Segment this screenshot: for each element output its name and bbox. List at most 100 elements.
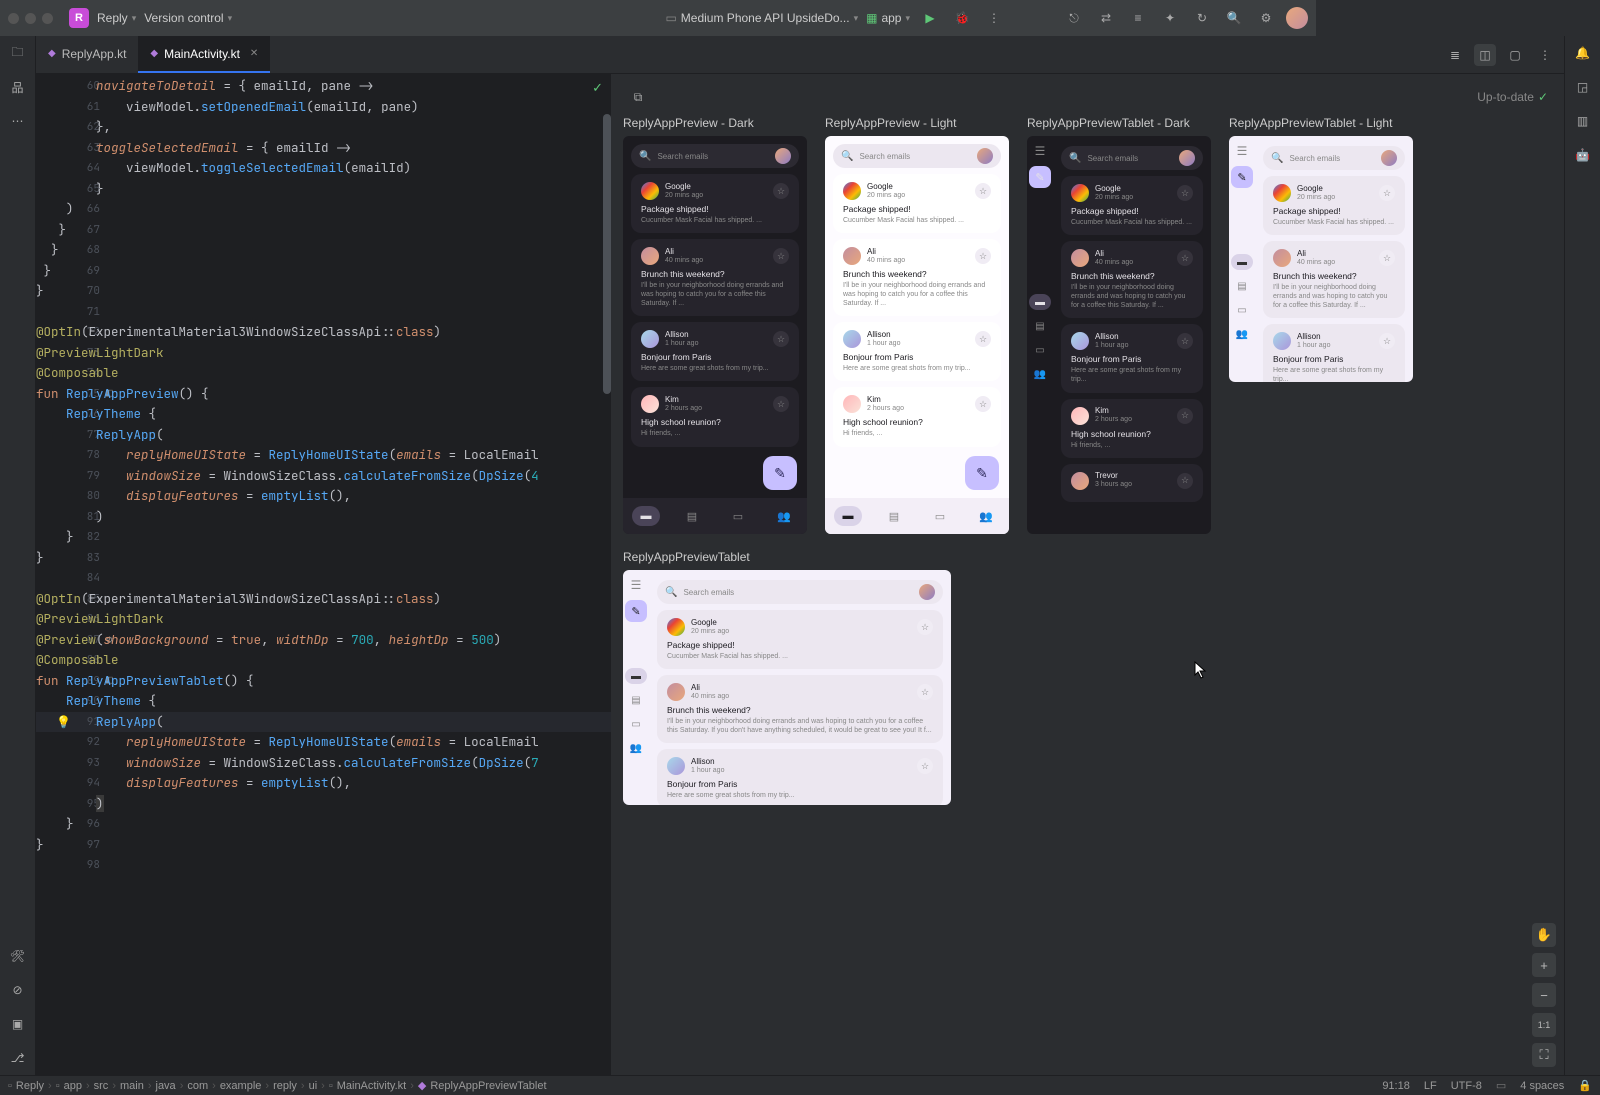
email-card: Allison1 hour ago ☆ Bonjour from Paris H… bbox=[631, 322, 799, 381]
email-body: Hi friends, ... bbox=[843, 429, 991, 438]
line-separator[interactable]: LF bbox=[1424, 1080, 1437, 1092]
tab-replyapp[interactable]: ◆ReplyApp.kt bbox=[36, 36, 138, 73]
email-subject: Bonjour from Paris bbox=[1273, 354, 1395, 364]
zoom-in-button[interactable]: + bbox=[1532, 953, 1556, 977]
preview-title-4: ReplyAppPreviewTablet - Light bbox=[1229, 116, 1413, 130]
sender-name: Google bbox=[665, 183, 703, 192]
email-subject: High school reunion? bbox=[641, 417, 789, 427]
problems-tool-icon[interactable]: ⊘ bbox=[7, 979, 29, 1001]
preview-device-1[interactable]: 🔍Search emails Google20 mins ago ☆ Packa… bbox=[623, 136, 807, 534]
email-time: 20 mins ago bbox=[1095, 194, 1133, 202]
preview-device-3[interactable]: ☰ ✎ ▬ ▤ ▭ 👥 🔍Search emails Google20 mins… bbox=[1027, 136, 1211, 534]
email-body: I'll be in your neighborhood doing erran… bbox=[667, 717, 933, 735]
search-icon: 🔍 bbox=[1069, 153, 1081, 164]
vcs-tool-icon[interactable]: ⎇ bbox=[7, 1047, 29, 1069]
more-actions[interactable]: ⋮ bbox=[982, 6, 1006, 30]
breadcrumb-item[interactable]: reply bbox=[273, 1080, 297, 1092]
code-with-me-icon[interactable]: ⎋ bbox=[1062, 6, 1086, 30]
max-dot[interactable] bbox=[42, 13, 53, 24]
readonly-icon[interactable]: ▭ bbox=[1496, 1079, 1506, 1092]
close-tab-icon[interactable]: ✕ bbox=[250, 48, 258, 59]
project-badge[interactable]: R bbox=[69, 8, 89, 28]
lock-icon[interactable]: 🔒 bbox=[1578, 1079, 1592, 1092]
encoding[interactable]: UTF-8 bbox=[1451, 1080, 1482, 1092]
email-card: Ali40 mins ago ☆ Brunch this weekend? I'… bbox=[657, 675, 943, 743]
nav-bar: ▬ ▤ ▭ 👥 bbox=[623, 498, 807, 534]
more-tool-icon[interactable]: ⋯ bbox=[7, 110, 29, 132]
inspection-ok-icon[interactable]: ✓ bbox=[592, 80, 603, 96]
zoom-reset-button[interactable]: 1:1 bbox=[1532, 1013, 1556, 1037]
gradle-icon[interactable]: ◲ bbox=[1572, 76, 1594, 98]
device-selector[interactable]: ▭Medium Phone API UpsideDo...▾ bbox=[665, 11, 858, 25]
search-icon[interactable]: 🔍 bbox=[1222, 6, 1246, 30]
project-tool-icon[interactable]: 🗀 bbox=[7, 42, 29, 64]
run-config[interactable]: ▦app▾ bbox=[866, 11, 910, 25]
settings-icon[interactable]: ⚙ bbox=[1254, 6, 1278, 30]
nav-inbox-icon: ▬ bbox=[1029, 294, 1051, 310]
zoom-out-button[interactable]: − bbox=[1532, 983, 1556, 1007]
min-dot[interactable] bbox=[25, 13, 36, 24]
email-time: 20 mins ago bbox=[867, 192, 905, 200]
close-dot[interactable] bbox=[8, 13, 19, 24]
preview-device-2[interactable]: 🔍Search emails Google20 mins ago ☆ Packa… bbox=[825, 136, 1009, 534]
split-view-icon[interactable]: ◫ bbox=[1474, 44, 1496, 66]
email-time: 40 mins ago bbox=[1297, 259, 1335, 267]
search-bar: 🔍Search emails bbox=[1263, 146, 1405, 170]
compose-fab: ✎ bbox=[1029, 166, 1051, 188]
preview-device-4[interactable]: ☰ ✎ ▬ ▤ ▭ 👥 🔍Search emails Google20 mins… bbox=[1229, 136, 1413, 382]
zoom-fit-button[interactable]: ⛶ bbox=[1532, 1043, 1556, 1067]
breadcrumb-item[interactable]: ui bbox=[309, 1080, 318, 1092]
breadcrumb-item[interactable]: main bbox=[120, 1080, 144, 1092]
nav-articles-icon: ▤ bbox=[880, 506, 908, 526]
update-icon[interactable]: ↻ bbox=[1190, 6, 1214, 30]
sender-name: Google bbox=[1297, 185, 1335, 194]
preview-device-5[interactable]: ☰ ✎ ▬ ▤ ▭ 👥 🔍Search emails Google20 mins… bbox=[623, 570, 951, 805]
user-avatar[interactable] bbox=[1286, 7, 1308, 29]
run-button[interactable]: ▶ bbox=[918, 6, 942, 30]
breadcrumb-item[interactable]: ▫MainActivity.kt bbox=[329, 1080, 406, 1092]
structure-tool-icon[interactable]: 品 bbox=[7, 76, 29, 98]
window-controls[interactable] bbox=[8, 13, 53, 24]
breadcrumb-item[interactable]: ▫app bbox=[56, 1080, 82, 1092]
email-time: 1 hour ago bbox=[1297, 342, 1330, 350]
build-tool-icon[interactable]: 🛠 bbox=[7, 945, 29, 967]
device-manager-icon[interactable]: ▥ bbox=[1572, 110, 1594, 132]
nav-groups-icon: 👥 bbox=[1231, 326, 1253, 342]
breadcrumb-item[interactable]: ▫Reply bbox=[8, 1080, 44, 1092]
email-time: 20 mins ago bbox=[665, 192, 703, 200]
breadcrumb-item[interactable]: ◆ReplyAppPreviewTablet bbox=[418, 1079, 547, 1092]
breadcrumb-item[interactable]: java bbox=[156, 1080, 176, 1092]
email-subject: High school reunion? bbox=[843, 417, 991, 427]
terminal-tool-icon[interactable]: ▣ bbox=[7, 1013, 29, 1035]
emulator-icon[interactable]: 🤖 bbox=[1572, 144, 1594, 166]
notifications-icon[interactable]: 🔔 bbox=[1572, 42, 1594, 64]
cursor-position[interactable]: 91:18 bbox=[1382, 1080, 1410, 1092]
list-view-icon[interactable]: ≣ bbox=[1444, 44, 1466, 66]
search-replace-icon[interactable]: ⇄ bbox=[1094, 6, 1118, 30]
indent-info[interactable]: 4 spaces bbox=[1520, 1080, 1564, 1092]
sender-name: Allison bbox=[1297, 333, 1330, 342]
sender-avatar bbox=[1071, 407, 1089, 425]
pan-icon[interactable]: ✋ bbox=[1532, 923, 1556, 947]
editor-scrollbar[interactable] bbox=[603, 114, 611, 394]
tab-menu-icon[interactable]: ⋮ bbox=[1534, 44, 1556, 66]
breadcrumb-item[interactable]: com bbox=[187, 1080, 208, 1092]
design-view-icon[interactable]: ▢ bbox=[1504, 44, 1526, 66]
sender-avatar bbox=[843, 247, 861, 265]
code-editor[interactable]: ✓ 60 navigateToDetail = { emailId, pane … bbox=[36, 74, 611, 1075]
preview-popup-icon[interactable]: ⧉ bbox=[627, 86, 649, 108]
vcs-dropdown[interactable]: Version control▾ bbox=[144, 11, 232, 25]
project-dropdown[interactable]: Reply▾ bbox=[97, 11, 136, 25]
tab-mainactivity[interactable]: ◆MainActivity.kt✕ bbox=[138, 36, 270, 73]
breadcrumb-item[interactable]: src bbox=[94, 1080, 109, 1092]
email-time: 1 hour ago bbox=[867, 340, 900, 348]
debug-button[interactable]: 🐞 bbox=[950, 6, 974, 30]
sender-avatar bbox=[843, 182, 861, 200]
breadcrumb-item[interactable]: example bbox=[220, 1080, 262, 1092]
star-icon: ☆ bbox=[1177, 408, 1193, 424]
structure-icon[interactable]: ≡ bbox=[1126, 6, 1150, 30]
mouse-cursor bbox=[1194, 661, 1208, 679]
titlebar: R Reply▾ Version control▾ ▭Medium Phone … bbox=[0, 0, 1316, 36]
sender-avatar bbox=[1071, 184, 1089, 202]
extension-icon[interactable]: ✦ bbox=[1158, 6, 1182, 30]
